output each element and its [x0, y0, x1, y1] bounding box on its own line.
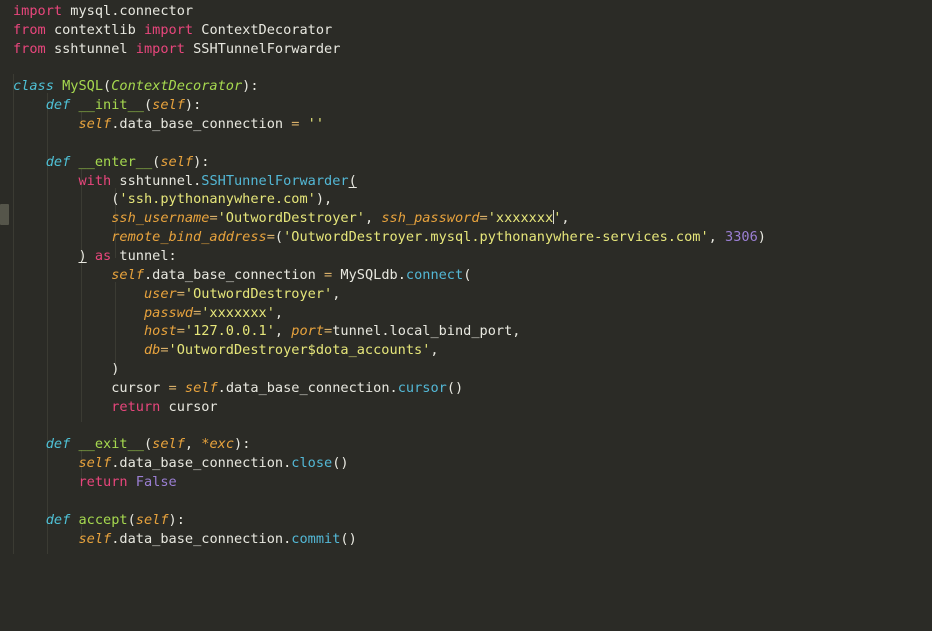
- code-line: user='OutwordDestroyer',: [143, 285, 341, 302]
- code-line: cursor = self.data_base_connection.curso…: [111, 379, 464, 396]
- code-line: ('ssh.pythonanywhere.com'),: [111, 191, 333, 208]
- code-line: from contextlib import ContextDecorator: [13, 21, 333, 38]
- code-line: ): [111, 361, 120, 378]
- code-line: db='OutwordDestroyer$dota_accounts',: [143, 342, 439, 359]
- code-line: return cursor: [111, 398, 218, 415]
- code-line: self.data_base_connection.close(): [78, 455, 349, 472]
- code-line: passwd='xxxxxxx',: [143, 304, 284, 321]
- code-line: def __exit__(self, *exc):: [45, 436, 251, 453]
- code-line: def __init__(self):: [45, 97, 202, 114]
- code-line: class MySQL(ContextDecorator):: [13, 78, 259, 95]
- code-line: return False: [78, 474, 177, 491]
- code-line: self.data_base_connection = '': [78, 116, 325, 133]
- code-line: import mysql.connector: [13, 3, 194, 19]
- code-line: host='127.0.0.1', port=tunnel.local_bind…: [143, 323, 521, 340]
- code-line: remote_bind_address=('OutwordDestroyer.m…: [111, 229, 766, 246]
- code-editor[interactable]: import mysql.connector from contextlib i…: [0, 0, 932, 631]
- code-line: def __enter__(self):: [45, 153, 210, 170]
- code-line: ssh_username='OutwordDestroyer', ssh_pas…: [111, 210, 570, 227]
- code-line: from sshtunnel import SSHTunnelForwarder: [13, 40, 341, 57]
- code-line: def accept(self):: [45, 511, 185, 528]
- scrollbar-position-marker[interactable]: [0, 204, 9, 225]
- code-content[interactable]: import mysql.connector from contextlib i…: [0, 0, 932, 631]
- code-line: ) as tunnel:: [78, 247, 177, 264]
- code-line: with sshtunnel.SSHTunnelForwarder(: [78, 172, 357, 189]
- code-line: self.data_base_connection.commit(): [78, 530, 357, 547]
- code-line: self.data_base_connection = MySQLdb.conn…: [111, 266, 472, 283]
